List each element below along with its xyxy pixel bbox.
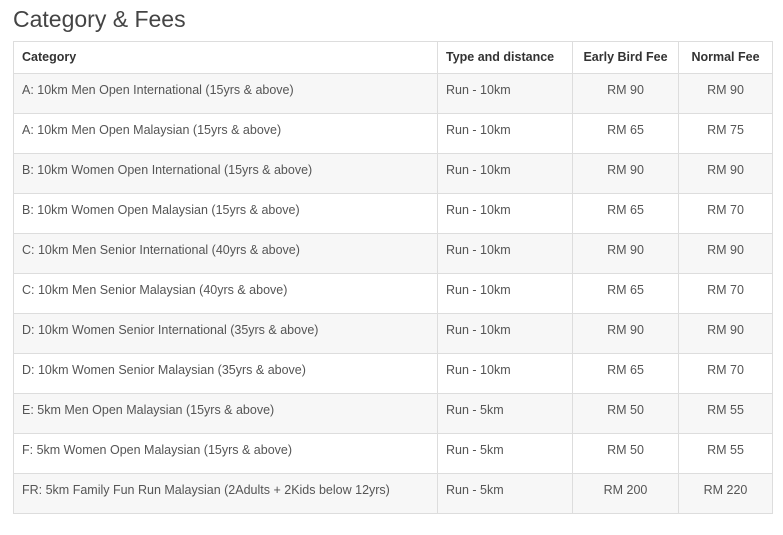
cell-early-bird-fee: RM 65 — [572, 113, 679, 154]
cell-category: D: 10km Women Senior International (35yr… — [13, 313, 438, 354]
cell-category: D: 10km Women Senior Malaysian (35yrs & … — [13, 353, 438, 394]
cell-normal-fee: RM 90 — [678, 313, 773, 354]
header-normal-fee: Normal Fee — [678, 41, 773, 74]
cell-category: A: 10km Men Open International (15yrs & … — [13, 73, 438, 114]
page-title: Category & Fees — [13, 6, 186, 32]
cell-normal-fee: RM 70 — [678, 193, 773, 234]
cell-early-bird-fee: RM 90 — [572, 73, 679, 114]
table-row: C: 10km Men Senior International (40yrs … — [13, 233, 773, 274]
table-row: B: 10km Women Open International (15yrs … — [13, 153, 773, 194]
cell-type-distance: Run - 10km — [437, 193, 573, 234]
cell-normal-fee: RM 90 — [678, 233, 773, 274]
table-row: F: 5km Women Open Malaysian (15yrs & abo… — [13, 433, 773, 474]
cell-type-distance: Run - 10km — [437, 313, 573, 354]
table-row: A: 10km Men Open International (15yrs & … — [13, 73, 773, 114]
cell-normal-fee: RM 220 — [678, 473, 773, 514]
table-row: E: 5km Men Open Malaysian (15yrs & above… — [13, 393, 773, 434]
cell-type-distance: Run - 5km — [437, 433, 573, 474]
cell-early-bird-fee: RM 200 — [572, 473, 679, 514]
cell-type-distance: Run - 5km — [437, 473, 573, 514]
table-row: FR: 5km Family Fun Run Malaysian (2Adult… — [13, 473, 773, 514]
table-row: C: 10km Men Senior Malaysian (40yrs & ab… — [13, 273, 773, 314]
cell-early-bird-fee: RM 50 — [572, 393, 679, 434]
cell-normal-fee: RM 55 — [678, 393, 773, 434]
cell-normal-fee: RM 70 — [678, 273, 773, 314]
cell-type-distance: Run - 10km — [437, 153, 573, 194]
table-row: D: 10km Women Senior International (35yr… — [13, 313, 773, 354]
header-category: Category — [13, 41, 438, 74]
cell-normal-fee: RM 90 — [678, 153, 773, 194]
cell-type-distance: Run - 10km — [437, 233, 573, 274]
cell-category: C: 10km Men Senior Malaysian (40yrs & ab… — [13, 273, 438, 314]
cell-early-bird-fee: RM 65 — [572, 353, 679, 394]
cell-early-bird-fee: RM 65 — [572, 273, 679, 314]
table-header-row: Category Type and distance Early Bird Fe… — [13, 41, 773, 74]
cell-early-bird-fee: RM 90 — [572, 153, 679, 194]
cell-type-distance: Run - 10km — [437, 353, 573, 394]
table-row: A: 10km Men Open Malaysian (15yrs & abov… — [13, 113, 773, 154]
cell-category: B: 10km Women Open International (15yrs … — [13, 153, 438, 194]
cell-type-distance: Run - 10km — [437, 73, 573, 114]
cell-category: F: 5km Women Open Malaysian (15yrs & abo… — [13, 433, 438, 474]
cell-normal-fee: RM 75 — [678, 113, 773, 154]
cell-category: FR: 5km Family Fun Run Malaysian (2Adult… — [13, 473, 438, 514]
cell-type-distance: Run - 5km — [437, 393, 573, 434]
cell-normal-fee: RM 70 — [678, 353, 773, 394]
cell-type-distance: Run - 10km — [437, 113, 573, 154]
cell-early-bird-fee: RM 50 — [572, 433, 679, 474]
cell-early-bird-fee: RM 90 — [572, 233, 679, 274]
cell-early-bird-fee: RM 90 — [572, 313, 679, 354]
cell-category: A: 10km Men Open Malaysian (15yrs & abov… — [13, 113, 438, 154]
cell-normal-fee: RM 90 — [678, 73, 773, 114]
cell-early-bird-fee: RM 65 — [572, 193, 679, 234]
cell-type-distance: Run - 10km — [437, 273, 573, 314]
cell-category: C: 10km Men Senior International (40yrs … — [13, 233, 438, 274]
header-early-bird-fee: Early Bird Fee — [572, 41, 679, 74]
table-row: D: 10km Women Senior Malaysian (35yrs & … — [13, 353, 773, 394]
fees-table: Category Type and distance Early Bird Fe… — [13, 41, 773, 514]
cell-category: B: 10km Women Open Malaysian (15yrs & ab… — [13, 193, 438, 234]
table-row: B: 10km Women Open Malaysian (15yrs & ab… — [13, 193, 773, 234]
cell-category: E: 5km Men Open Malaysian (15yrs & above… — [13, 393, 438, 434]
header-type-distance: Type and distance — [437, 41, 573, 74]
cell-normal-fee: RM 55 — [678, 433, 773, 474]
